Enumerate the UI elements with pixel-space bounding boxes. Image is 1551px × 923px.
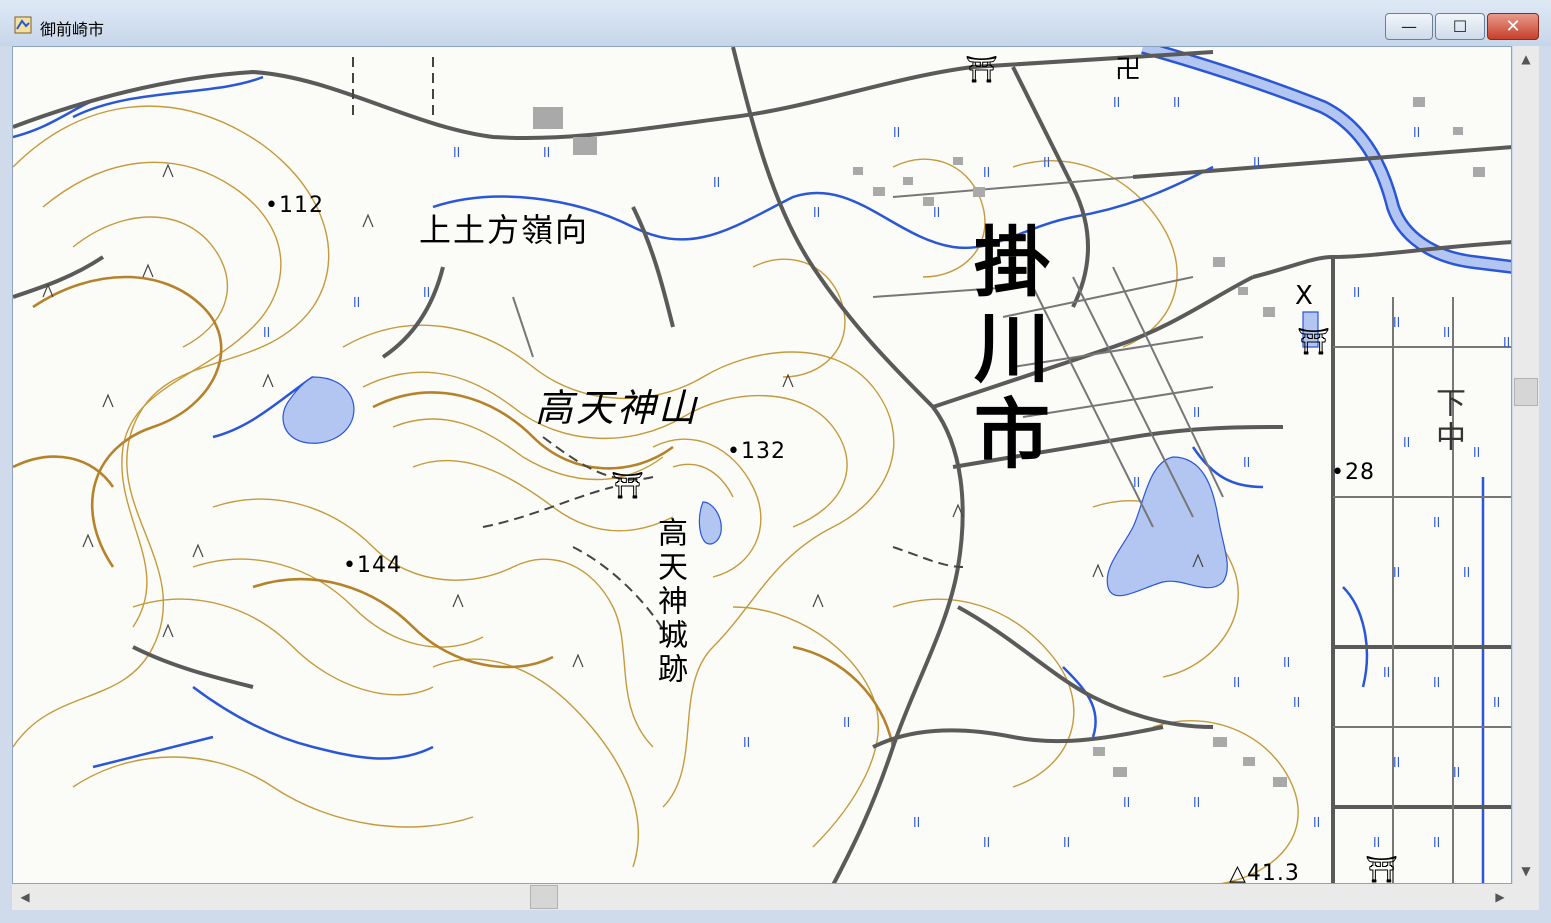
elevation-112: •112 — [265, 193, 324, 218]
temple-icon: 卍 — [1115, 55, 1142, 85]
svg-text:ll: ll — [543, 146, 550, 161]
village-label: 下中 — [1430, 387, 1465, 455]
svg-text:ll: ll — [1383, 666, 1390, 681]
topographic-map[interactable]: ll ll ll ll ll ll ll ll ll ll ll ll ll ll ll ll ll l… — [12, 46, 1512, 884]
triangulation-point-41-3: △41.3 — [1229, 861, 1300, 884]
svg-text:ll: ll — [1123, 796, 1130, 811]
mountain-label: 高天神山 — [535, 386, 700, 430]
police-box-icon: X — [1295, 281, 1313, 311]
svg-text:ll: ll — [353, 296, 360, 311]
svg-text:ll: ll — [1493, 696, 1500, 711]
svg-text:ll: ll — [983, 166, 990, 181]
svg-text:ll: ll — [813, 206, 820, 221]
minimize-button[interactable]: — — [1385, 13, 1433, 40]
svg-text:ll: ll — [453, 146, 460, 161]
shrine-icon: ⛩ — [1365, 855, 1399, 884]
elevation-144: •144 — [343, 553, 402, 578]
scrollbar-corner — [1513, 884, 1539, 910]
svg-text:ll: ll — [1283, 656, 1290, 671]
elevation-132: •132 — [727, 439, 786, 464]
svg-text:ll: ll — [1393, 316, 1400, 331]
svg-text:ll: ll — [1243, 456, 1250, 471]
river — [1141, 47, 1511, 274]
vertical-scrollbar[interactable]: ▲ ▼ — [1513, 46, 1539, 884]
svg-text:ll: ll — [1473, 446, 1480, 461]
svg-text:ll: ll — [1413, 126, 1420, 141]
map-window: 御前崎市 — ☐ ✕ ll ll ll ll ll ll ll ll ll ll… — [0, 0, 1551, 923]
svg-text:ll: ll — [1433, 516, 1440, 531]
svg-text:ll: ll — [1043, 156, 1050, 171]
vertical-scroll-thumb[interactable] — [1514, 378, 1538, 406]
svg-text:ll: ll — [263, 326, 270, 341]
svg-text:ll: ll — [743, 736, 750, 751]
svg-text:ll: ll — [1233, 676, 1240, 691]
svg-text:ll: ll — [1393, 756, 1400, 771]
svg-text:ll: ll — [1353, 286, 1360, 301]
shrine-icon: ⛩ — [611, 471, 645, 501]
svg-text:ll: ll — [913, 816, 920, 831]
scroll-down-icon[interactable]: ▼ — [1513, 858, 1539, 884]
city-label: 掛川市 — [961, 222, 1050, 480]
maximize-icon: ☐ — [1452, 17, 1468, 36]
svg-text:ll: ll — [1173, 96, 1180, 111]
district-label: 上土方嶺向 — [419, 211, 590, 249]
contour-lines — [13, 105, 1299, 883]
svg-text:ll: ll — [1063, 836, 1070, 851]
svg-text:ll: ll — [933, 206, 940, 221]
app-icon — [14, 16, 32, 34]
svg-text:ll: ll — [1393, 566, 1400, 581]
ponds — [282, 311, 1319, 597]
svg-text:ll: ll — [1443, 326, 1450, 341]
window-title: 御前崎市 — [40, 20, 105, 39]
svg-text:ll: ll — [1453, 766, 1460, 781]
svg-text:ll: ll — [1193, 796, 1200, 811]
shrine-icon: ⛩ — [1297, 327, 1331, 357]
svg-text:ll: ll — [1293, 696, 1300, 711]
castle-ruins-label: 高天神城跡 — [652, 517, 687, 687]
svg-text:ll: ll — [1433, 836, 1440, 851]
svg-text:ll: ll — [893, 126, 900, 141]
svg-text:ll: ll — [1433, 676, 1440, 691]
maximize-button[interactable]: ☐ — [1435, 13, 1485, 40]
minimize-icon: — — [1401, 17, 1417, 36]
svg-text:ll: ll — [1503, 336, 1510, 351]
map-canvas[interactable]: ll ll ll ll ll ll ll ll ll ll ll ll ll ll ll ll ll l… — [13, 47, 1512, 884]
svg-text:ll: ll — [1253, 156, 1260, 171]
svg-text:ll: ll — [1373, 836, 1380, 851]
svg-text:ll: ll — [713, 176, 720, 191]
shrine-icon: ⛩ — [965, 55, 999, 85]
roads — [13, 47, 1511, 883]
close-button[interactable]: ✕ — [1487, 13, 1539, 40]
svg-text:ll: ll — [983, 836, 990, 851]
horizontal-scroll-thumb[interactable] — [530, 885, 558, 909]
svg-text:ll: ll — [1403, 436, 1410, 451]
svg-text:ll: ll — [1313, 816, 1320, 831]
scroll-up-icon[interactable]: ▲ — [1513, 46, 1539, 72]
svg-text:ll: ll — [1463, 566, 1470, 581]
svg-text:ll: ll — [1193, 406, 1200, 421]
svg-text:ll: ll — [1113, 96, 1120, 111]
svg-text:ll: ll — [423, 286, 430, 301]
title-bar[interactable]: 御前崎市 — ☐ ✕ — [0, 0, 1551, 46]
close-icon: ✕ — [1505, 16, 1521, 37]
horizontal-scrollbar[interactable]: ◀ ▶ — [12, 884, 1513, 910]
scroll-left-icon[interactable]: ◀ — [12, 884, 38, 910]
streams — [13, 75, 1485, 883]
svg-text:ll: ll — [1133, 476, 1140, 491]
svg-text:ll: ll — [843, 716, 850, 731]
scroll-right-icon[interactable]: ▶ — [1487, 884, 1513, 910]
elevation-28: •28 — [1331, 460, 1375, 485]
